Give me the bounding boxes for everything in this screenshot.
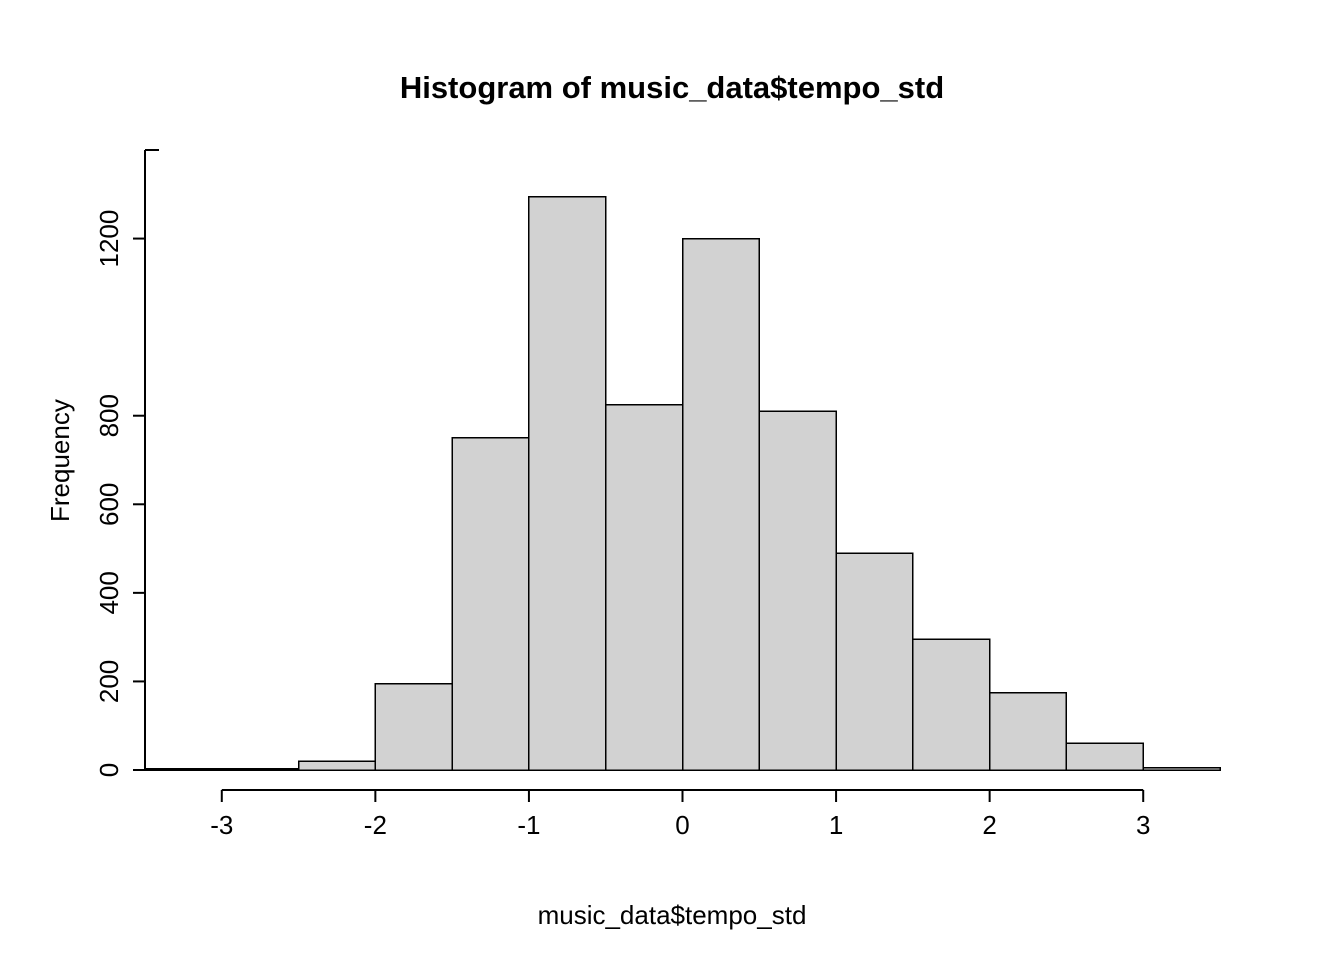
y-axis-tick-label: 600	[94, 483, 124, 526]
histogram-bar	[529, 197, 606, 771]
histogram-bar	[299, 761, 376, 770]
y-axis-tick-label: 800	[94, 394, 124, 437]
x-axis-tick-label: 3	[1136, 810, 1150, 840]
y-axis-tick-label: 0	[94, 763, 124, 777]
x-axis-tick-label: 1	[829, 810, 843, 840]
histogram-bar	[913, 639, 990, 770]
histogram-bar	[836, 553, 913, 770]
histogram-bar	[1066, 743, 1143, 770]
histogram-bar	[683, 239, 760, 770]
histogram-bar	[606, 405, 683, 770]
histogram-bar	[1143, 768, 1220, 770]
histogram-bar	[375, 684, 452, 770]
histogram-bar	[990, 693, 1067, 771]
y-axis-tick-label: 200	[94, 660, 124, 703]
x-axis-tick-label: 2	[982, 810, 996, 840]
x-axis-tick-label: -3	[210, 810, 233, 840]
histogram-bar	[452, 438, 529, 770]
histogram-bar	[759, 411, 836, 770]
x-axis-tick-label: 0	[675, 810, 689, 840]
histogram-bar	[145, 769, 222, 770]
x-axis-tick-label: -1	[517, 810, 540, 840]
x-axis-tick-label: -2	[364, 810, 387, 840]
histogram-plot: -3 -2 -1 0 1 2 3 0 200 400 600 800 1200	[0, 0, 1344, 960]
y-axis-tick-label: 1200	[94, 210, 124, 268]
y-axis-tick-label: 400	[94, 571, 124, 614]
histogram-bar	[222, 769, 299, 770]
chart-stage: Histogram of music_data$tempo_std music_…	[0, 0, 1344, 960]
